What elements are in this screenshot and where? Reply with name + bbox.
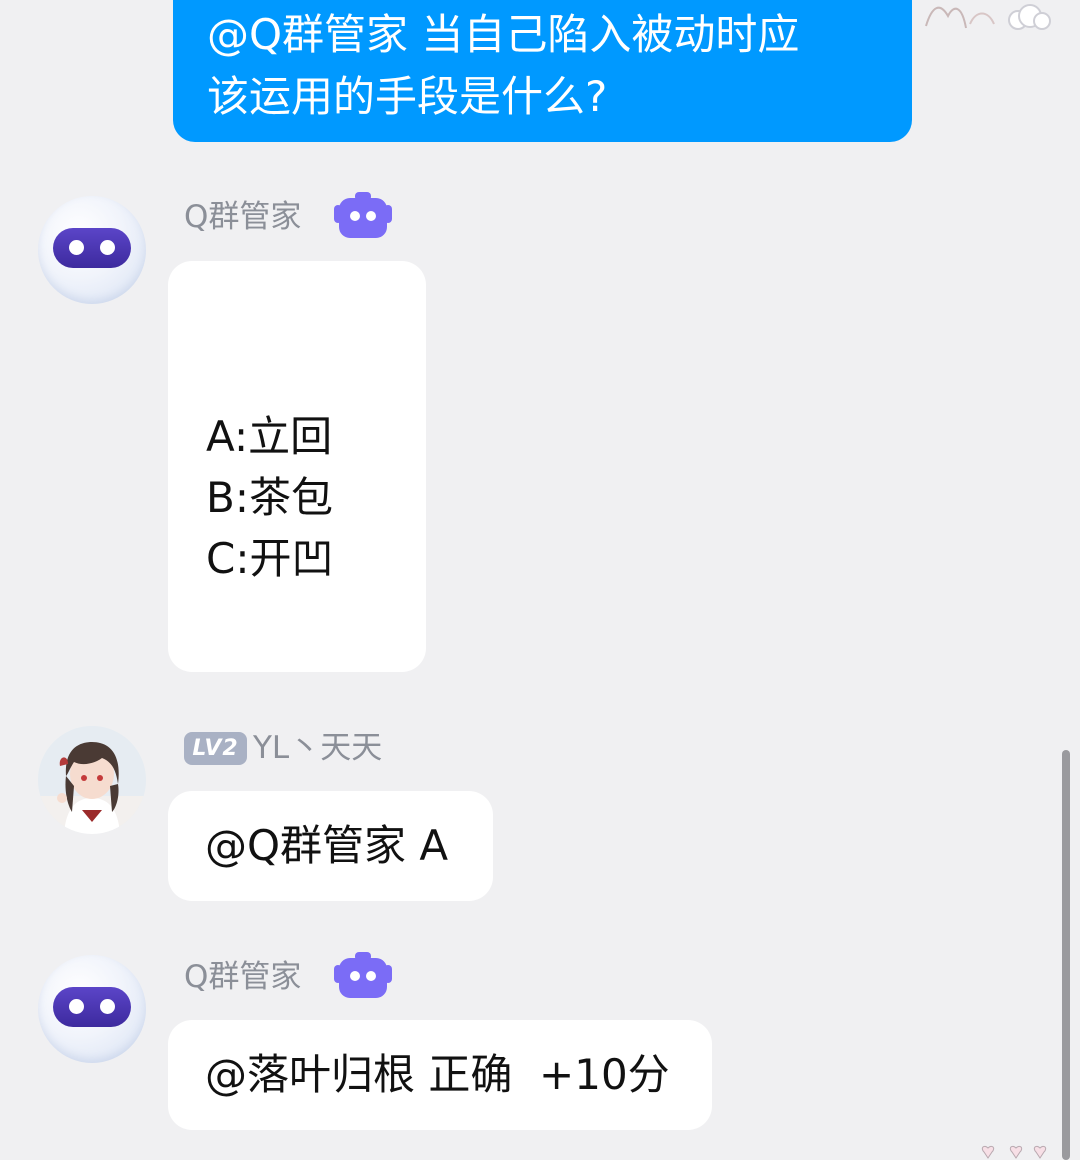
bot-eye <box>69 240 84 255</box>
user-avatar[interactable] <box>38 726 146 834</box>
bot-avatar-icon[interactable] <box>38 955 146 1063</box>
level-badge: LV2 <box>184 732 247 765</box>
bot-visor <box>53 987 131 1027</box>
quiz-message-bubble[interactable]: A:立回 B:茶包 C:开凹 <box>168 261 426 672</box>
scrollbar[interactable] <box>1062 750 1070 1160</box>
bot-avatar-icon[interactable] <box>38 196 146 304</box>
self-avatar[interactable] <box>918 0 1058 32</box>
robot-badge-icon <box>334 192 392 238</box>
outgoing-message-bubble[interactable]: @Q群管家 当自己陷入被动时应 该运用的手段是什么? <box>173 0 912 142</box>
chat-window: @Q群管家 当自己陷入被动时应 该运用的手段是什么? Q群管家 A:立回 B:茶… <box>0 0 1080 1160</box>
bot-visor <box>53 228 131 268</box>
outgoing-message-line-2: 该运用的手段是什么? <box>207 72 608 121</box>
outgoing-message-line-1: @Q群管家 当自己陷入被动时应 <box>207 10 800 59</box>
answer-message-bubble[interactable]: @Q群管家 A <box>168 791 493 901</box>
sender-name[interactable]: YL丶天天 <box>253 728 382 768</box>
bot-eye <box>100 999 115 1014</box>
bot-eye <box>100 240 115 255</box>
sender-name[interactable]: Q群管家 <box>184 197 301 237</box>
bot-eye <box>69 999 84 1014</box>
sender-name[interactable]: Q群管家 <box>184 957 301 997</box>
robot-badge-icon <box>334 952 392 998</box>
quiz-option-c: C:开凹 <box>206 534 334 583</box>
quiz-option-b: B:茶包 <box>206 473 333 522</box>
hearts-sticker-icon <box>981 1145 1047 1159</box>
quiz-option-a: A:立回 <box>206 412 333 461</box>
result-message-bubble[interactable]: @落叶归根 正确 +10分 <box>168 1020 712 1130</box>
